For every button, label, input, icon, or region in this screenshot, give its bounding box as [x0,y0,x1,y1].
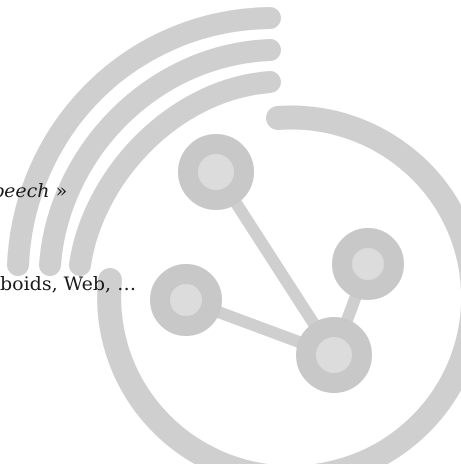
snippet-italic-text: peech [0,180,50,202]
node-top [178,134,254,210]
network-graph-logo-icon [7,7,461,464]
node-left [150,264,222,336]
node-bottom [296,317,372,393]
snippet-line-2: boids, Web, … [0,273,137,295]
node-right [332,228,404,300]
snippet-line-1: peech » [0,182,67,201]
snippet-suffix-text: » [49,180,68,202]
